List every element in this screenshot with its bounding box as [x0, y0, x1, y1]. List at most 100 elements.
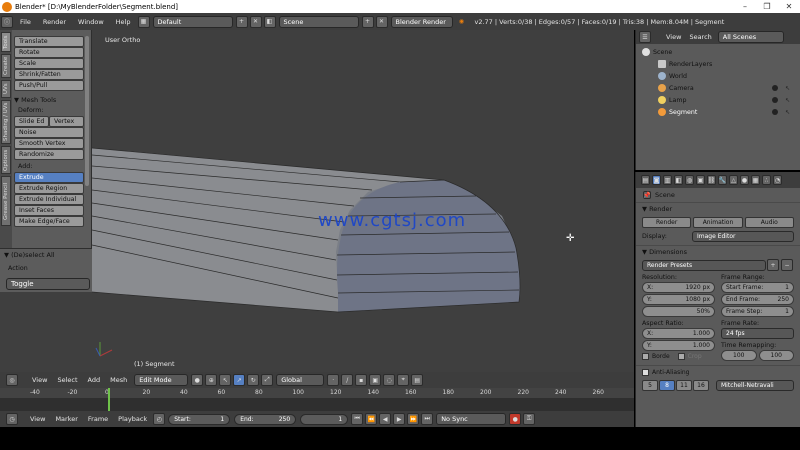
- animation-button[interactable]: Animation: [693, 216, 743, 228]
- tab-shading[interactable]: Shading / UVs: [1, 100, 11, 144]
- manipulator-icon[interactable]: ↖: [219, 374, 232, 386]
- menu-add[interactable]: Add: [83, 376, 106, 384]
- selectable-arrow-icon[interactable]: ↖: [785, 97, 790, 104]
- selectable-arrow-icon[interactable]: ↖: [785, 85, 790, 92]
- rotate-manip-icon[interactable]: ↻: [247, 374, 260, 386]
- preview-range-icon[interactable]: ◴: [153, 413, 166, 425]
- outliner-item-world[interactable]: World: [658, 70, 687, 82]
- aa-sample-8-button[interactable]: 8: [659, 379, 675, 391]
- data-tab-icon[interactable]: △: [729, 175, 738, 185]
- face-select-icon[interactable]: ▪: [355, 374, 368, 386]
- inset-faces-button[interactable]: Inset Faces: [14, 205, 84, 216]
- add-layout-icon[interactable]: +: [235, 15, 248, 28]
- render-button[interactable]: Render: [642, 216, 692, 228]
- menu-file[interactable]: File: [14, 18, 37, 26]
- scale-button[interactable]: Scale: [14, 58, 84, 69]
- start-frame-prop-field[interactable]: Start Frame: 1: [721, 282, 794, 293]
- editor-type-3d-icon[interactable]: ◎: [6, 374, 18, 386]
- 3d-viewport[interactable]: User Ortho (1) Segment: [0, 30, 634, 372]
- audio-button[interactable]: Audio: [744, 216, 794, 228]
- shrink-fatten-button[interactable]: Shrink/Fatten: [14, 69, 84, 80]
- scene-select[interactable]: Scene: [278, 15, 359, 28]
- menu-frame[interactable]: Frame: [83, 415, 113, 423]
- remap-new-field[interactable]: 100: [758, 350, 794, 361]
- visibility-eye-icon[interactable]: [772, 85, 778, 91]
- add-scene-icon[interactable]: +: [361, 15, 374, 28]
- visibility-eye-icon[interactable]: [772, 109, 778, 115]
- constraints-tab-icon[interactable]: ⛓: [707, 175, 716, 185]
- aa-sample-5-button[interactable]: 5: [642, 379, 658, 391]
- shading-icon[interactable]: ●: [191, 374, 204, 386]
- editor-type-timeline-icon[interactable]: ◷: [6, 413, 18, 425]
- rotate-button[interactable]: Rotate: [14, 47, 84, 58]
- visibility-eye-icon[interactable]: [772, 97, 778, 103]
- menu-playback[interactable]: Playback: [113, 415, 152, 423]
- close-button[interactable]: ✕: [778, 2, 800, 11]
- current-frame-field[interactable]: 1: [300, 413, 349, 425]
- maximize-button[interactable]: ❐: [756, 2, 778, 11]
- pin-icon[interactable]: 📌: [643, 191, 651, 199]
- sync-select[interactable]: No Sync: [436, 413, 507, 425]
- crop-checkbox[interactable]: Crop: [677, 353, 702, 360]
- action-select[interactable]: Toggle: [6, 278, 90, 290]
- render-panel-header[interactable]: ▼ Render: [636, 202, 800, 215]
- timeline-playhead[interactable]: [108, 388, 110, 411]
- aa-sample-11-button[interactable]: 11: [676, 379, 692, 391]
- outliner-item-segment[interactable]: Segment ↖: [658, 106, 798, 118]
- menu-render[interactable]: Render: [37, 18, 72, 26]
- aa-filter-select[interactable]: Mitchell-Netravali: [716, 379, 794, 391]
- extrude-button[interactable]: Extrude: [14, 172, 84, 183]
- start-frame-field[interactable]: Start: 1: [168, 413, 231, 425]
- modifiers-tab-icon[interactable]: 🔧: [718, 175, 727, 185]
- prev-key-icon[interactable]: ⏪: [365, 413, 378, 425]
- display-select[interactable]: Image Editor: [692, 230, 794, 242]
- particles-tab-icon[interactable]: ∴: [762, 175, 771, 185]
- outliner-item-renderlayers[interactable]: RenderLayers: [658, 58, 712, 70]
- menu-select[interactable]: Select: [52, 376, 82, 384]
- remove-layout-icon[interactable]: ✕: [249, 15, 262, 28]
- end-frame-prop-field[interactable]: End Frame: 250: [721, 294, 794, 305]
- record-icon[interactable]: ●: [509, 413, 522, 425]
- outliner-item-lamp[interactable]: Lamp ↖: [658, 94, 798, 106]
- render-tab-icon[interactable]: ◙: [652, 175, 661, 185]
- layout-select[interactable]: Default: [152, 15, 233, 28]
- menu-timeline-view[interactable]: View: [25, 415, 50, 423]
- vertex-slide-button[interactable]: Vertex: [49, 116, 84, 127]
- push-pull-button[interactable]: Push/Pull: [14, 80, 84, 91]
- layers-tab-icon[interactable]: ▥: [663, 175, 672, 185]
- pivot-icon[interactable]: ⊕: [205, 374, 218, 386]
- outliner-item-scene[interactable]: Scene: [642, 46, 672, 58]
- material-tab-icon[interactable]: ●: [740, 175, 749, 185]
- tab-grease-pencil[interactable]: Grease Pencil: [1, 176, 11, 226]
- mesh-tools-header[interactable]: ▼ Mesh Tools: [14, 96, 84, 104]
- jump-start-icon[interactable]: ⏮: [351, 413, 364, 425]
- dimensions-panel-header[interactable]: ▼ Dimensions: [636, 245, 800, 258]
- menu-view[interactable]: View: [27, 376, 52, 384]
- timeline-ruler[interactable]: -40 -20 0 20 40 60 80 100 120 140 160 180 200 220 240 2…: [0, 388, 634, 398]
- end-frame-field[interactable]: End: 250: [234, 413, 297, 425]
- res-percent-field[interactable]: 50%: [642, 306, 715, 317]
- menu-window[interactable]: Window: [72, 18, 110, 26]
- physics-tab-icon[interactable]: ◔: [773, 175, 782, 185]
- menu-mesh[interactable]: Mesh: [105, 376, 132, 384]
- limit-selection-icon[interactable]: ▣: [369, 374, 382, 386]
- editor-type-icon[interactable]: ⓘ: [1, 15, 13, 28]
- next-key-icon[interactable]: ⏩: [407, 413, 420, 425]
- play-icon[interactable]: ▶: [393, 413, 406, 425]
- res-y-field[interactable]: Y: 1080 px: [642, 294, 715, 305]
- timeline[interactable]: -40 -20 0 20 40 60 80 100 120 140 160 180 200 220 240 2…: [0, 388, 634, 411]
- add-preset-icon[interactable]: +: [767, 259, 779, 271]
- snap-icon[interactable]: ⌖: [397, 374, 410, 386]
- res-x-field[interactable]: X: 1920 px: [642, 282, 715, 293]
- frame-rate-select[interactable]: 24 fps: [721, 328, 794, 339]
- randomize-button[interactable]: Randomize: [14, 149, 84, 160]
- texture-tab-icon[interactable]: ▦: [751, 175, 760, 185]
- tool-shelf-scrollbar[interactable]: [85, 36, 89, 186]
- menu-outliner-view[interactable]: View: [662, 33, 685, 41]
- editor-type-props-icon[interactable]: ▤: [641, 175, 650, 185]
- world-tab-icon[interactable]: ◍: [685, 175, 694, 185]
- remove-scene-icon[interactable]: ✕: [375, 15, 388, 28]
- extrude-individual-button[interactable]: Extrude Individual: [14, 194, 84, 205]
- tab-create[interactable]: Create: [1, 54, 11, 78]
- minimize-button[interactable]: –: [734, 2, 756, 11]
